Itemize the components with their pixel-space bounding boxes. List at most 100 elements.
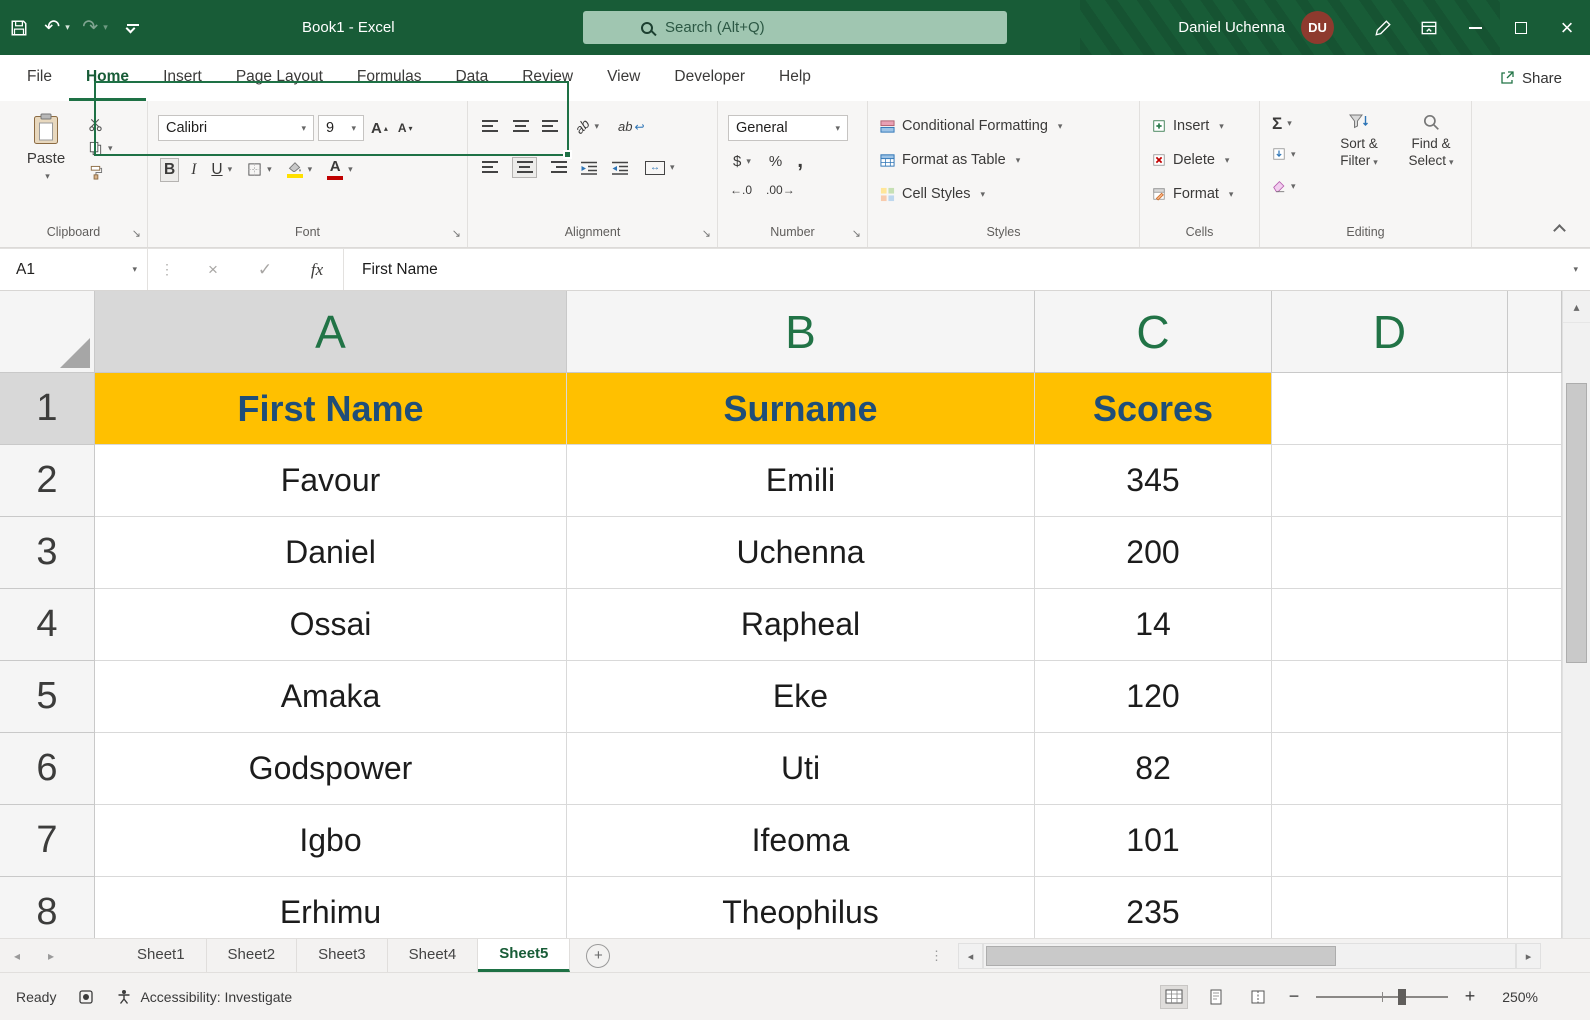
fill-button[interactable]: ▾ bbox=[1272, 147, 1296, 161]
delete-cells-button[interactable]: Delete▾ bbox=[1152, 147, 1229, 173]
align-bottom-icon[interactable] bbox=[542, 120, 559, 133]
underline-button[interactable]: U▾ bbox=[208, 159, 235, 181]
close-button[interactable]: × bbox=[1544, 0, 1590, 55]
alignment-dialog-launcher[interactable]: ↘ bbox=[702, 229, 711, 240]
scroll-up-button[interactable]: ▴ bbox=[1563, 291, 1590, 323]
format-cells-button[interactable]: Format▾ bbox=[1152, 181, 1233, 207]
tab-page-layout[interactable]: Page Layout bbox=[219, 55, 340, 101]
page-break-preview-button[interactable] bbox=[1244, 985, 1272, 1009]
sort-filter-button[interactable]: Sort & Filter▾ bbox=[1326, 113, 1392, 170]
row-header-7[interactable]: 7 bbox=[0, 805, 95, 877]
ribbon-display-options-button[interactable] bbox=[1406, 0, 1452, 55]
record-macro-button[interactable] bbox=[78, 989, 94, 1005]
format-painter-button[interactable] bbox=[88, 165, 113, 180]
number-dialog-launcher[interactable]: ↘ bbox=[852, 229, 861, 240]
bold-button[interactable]: B bbox=[160, 158, 179, 182]
cell[interactable] bbox=[1508, 589, 1562, 661]
select-all-corner[interactable] bbox=[0, 291, 95, 373]
redo-button[interactable]: ↷▾ bbox=[76, 9, 114, 47]
avatar[interactable]: DU bbox=[1301, 11, 1334, 44]
align-middle-icon[interactable] bbox=[512, 120, 529, 133]
save-button[interactable] bbox=[0, 9, 38, 47]
tab-file[interactable]: File bbox=[10, 55, 69, 101]
zoom-out-button[interactable]: − bbox=[1286, 986, 1302, 1007]
font-size-select[interactable]: 9▾ bbox=[318, 115, 364, 141]
cell-C7[interactable]: 101 bbox=[1035, 805, 1272, 877]
inking-button[interactable] bbox=[1360, 0, 1406, 55]
cell-D7[interactable] bbox=[1272, 805, 1508, 877]
fill-color-button[interactable]: ▾ bbox=[284, 159, 316, 180]
tab-data[interactable]: Data bbox=[438, 55, 505, 101]
merge-center-button[interactable]: ↔▾ bbox=[642, 159, 678, 177]
insert-cells-button[interactable]: Insert▾ bbox=[1152, 113, 1224, 139]
tab-review[interactable]: Review bbox=[505, 55, 590, 101]
undo-button[interactable]: ↶▾ bbox=[38, 9, 76, 47]
cell[interactable] bbox=[1508, 445, 1562, 517]
row-header-3[interactable]: 3 bbox=[0, 517, 95, 589]
cell-C1[interactable]: Scores bbox=[1035, 373, 1272, 445]
cell[interactable] bbox=[1508, 733, 1562, 805]
sheet-nav-left-button[interactable]: ◂ bbox=[0, 939, 34, 972]
search-box[interactable]: Search (Alt+Q) bbox=[583, 11, 1007, 44]
cell-D4[interactable] bbox=[1272, 589, 1508, 661]
row-header-2[interactable]: 2 bbox=[0, 445, 95, 517]
hscroll-right-button[interactable]: ▸ bbox=[1516, 943, 1541, 969]
cell-D1[interactable] bbox=[1272, 373, 1508, 445]
new-sheet-button[interactable]: + bbox=[586, 944, 610, 968]
zoom-slider-thumb[interactable] bbox=[1398, 989, 1406, 1005]
cut-button[interactable] bbox=[88, 117, 113, 132]
cell-D8[interactable] bbox=[1272, 877, 1508, 938]
horizontal-scrollbar-thumb[interactable] bbox=[986, 946, 1336, 966]
normal-view-button[interactable] bbox=[1160, 985, 1188, 1009]
name-box[interactable]: A1 ▾ bbox=[0, 249, 148, 290]
accessibility-status[interactable]: Accessibility: Investigate bbox=[116, 989, 292, 1005]
cell-D3[interactable] bbox=[1272, 517, 1508, 589]
copy-button[interactable]: ▾ bbox=[88, 141, 113, 156]
cell-D6[interactable] bbox=[1272, 733, 1508, 805]
horizontal-scrollbar[interactable] bbox=[983, 943, 1516, 969]
italic-button[interactable]: I bbox=[188, 159, 199, 181]
cell[interactable] bbox=[1508, 877, 1562, 938]
percent-style-button[interactable]: % bbox=[769, 153, 782, 170]
cell-B8[interactable]: Theophilus bbox=[567, 877, 1035, 938]
enter-button[interactable]: ✓ bbox=[239, 260, 291, 280]
cell-A1[interactable]: First Name bbox=[95, 373, 567, 445]
tab-insert[interactable]: Insert bbox=[146, 55, 219, 101]
sheet-nav-right-button[interactable]: ▸ bbox=[34, 939, 68, 972]
orientation-button[interactable]: ab▾ bbox=[572, 117, 602, 136]
tab-formulas[interactable]: Formulas bbox=[340, 55, 439, 101]
row-header-6[interactable]: 6 bbox=[0, 733, 95, 805]
expand-formula-bar-icon[interactable]: ▾ bbox=[1573, 265, 1578, 274]
zoom-slider[interactable] bbox=[1316, 996, 1448, 998]
col-header-C[interactable]: C bbox=[1035, 291, 1272, 373]
zoom-in-button[interactable]: + bbox=[1462, 986, 1478, 1007]
share-button[interactable]: Share bbox=[1499, 55, 1562, 101]
cell-B6[interactable]: Uti bbox=[567, 733, 1035, 805]
cell[interactable] bbox=[1508, 517, 1562, 589]
zoom-level[interactable]: 250% bbox=[1492, 989, 1538, 1005]
tab-bar-splitter[interactable]: ⋮ bbox=[930, 939, 943, 972]
col-header-D[interactable]: D bbox=[1272, 291, 1508, 373]
cell-styles-button[interactable]: Cell Styles▾ bbox=[880, 181, 985, 207]
cell-A2[interactable]: Favour bbox=[95, 445, 567, 517]
conditional-formatting-button[interactable]: Conditional Formatting▾ bbox=[880, 113, 1062, 139]
maximize-button[interactable] bbox=[1498, 0, 1544, 55]
cell-A7[interactable]: Igbo bbox=[95, 805, 567, 877]
cell[interactable] bbox=[1508, 805, 1562, 877]
formula-bar-splitter[interactable]: ⋮ bbox=[148, 261, 187, 278]
cell-B4[interactable]: Rapheal bbox=[567, 589, 1035, 661]
cell-C4[interactable]: 14 bbox=[1035, 589, 1272, 661]
col-header-A[interactable]: A bbox=[95, 291, 567, 373]
insert-function-button[interactable]: fx bbox=[291, 260, 343, 280]
sheet-tab-sheet5[interactable]: Sheet5 bbox=[478, 939, 570, 972]
row-header-5[interactable]: 5 bbox=[0, 661, 95, 733]
cell-C2[interactable]: 345 bbox=[1035, 445, 1272, 517]
tab-help[interactable]: Help bbox=[762, 55, 828, 101]
sheet-tab-sheet2[interactable]: Sheet2 bbox=[207, 939, 298, 972]
tab-view[interactable]: View bbox=[590, 55, 657, 101]
cell[interactable] bbox=[1508, 373, 1562, 445]
align-left-icon[interactable] bbox=[482, 161, 499, 174]
sheet-tab-sheet1[interactable]: Sheet1 bbox=[116, 939, 207, 972]
row-header-1[interactable]: 1 bbox=[0, 373, 95, 445]
cell-D2[interactable] bbox=[1272, 445, 1508, 517]
